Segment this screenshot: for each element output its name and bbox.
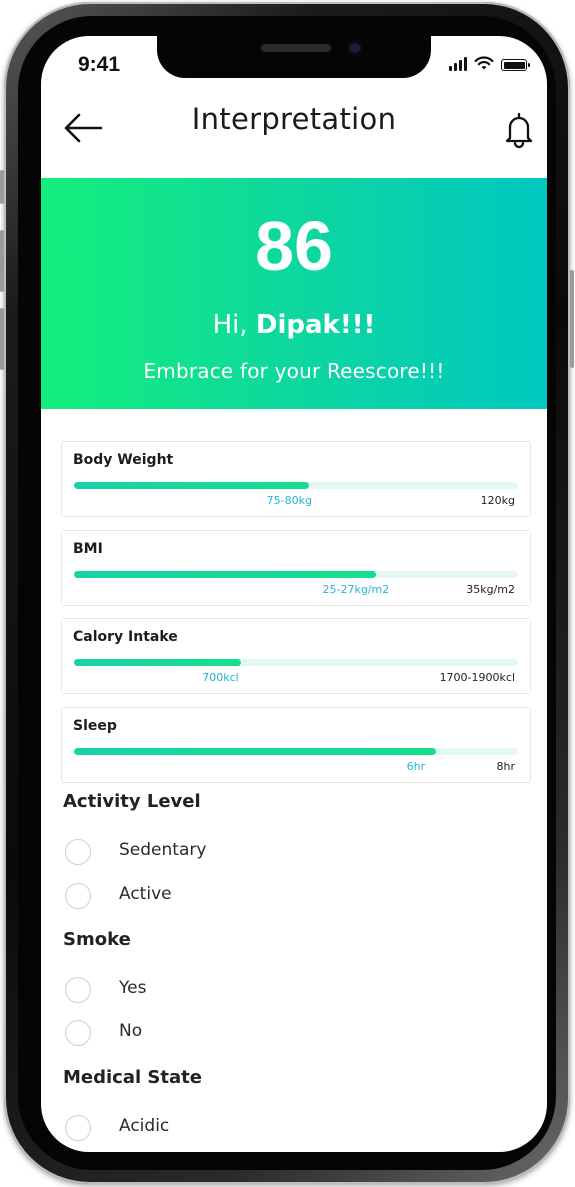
metric-title: Sleep [73,718,117,734]
camera [347,40,363,56]
current-value-label: 75-80kg [266,494,312,507]
radio-option-yes[interactable]: Yes [65,975,365,1005]
status-icons [449,56,530,71]
wifi-icon [474,56,494,70]
radio-button[interactable] [65,883,91,909]
notification-button[interactable] [499,110,539,150]
option-label: Sedentary [119,840,207,860]
radio-option-active[interactable]: Active [65,881,365,911]
current-value-label: 700kcl [202,671,239,684]
max-value-label: 8hr [496,760,516,773]
phone-side-button [0,308,4,370]
metric-card: Sleep 6hr 8hr [61,707,531,783]
metric-card: Calory Intake 700kcl 1700-1900kcl [61,618,531,694]
progress-fill [74,482,310,489]
progress-fill [74,748,436,755]
progress-track [74,571,518,578]
radio-button[interactable] [65,1020,91,1046]
radio-button[interactable] [65,839,91,865]
notch [157,36,431,78]
progress-track [74,482,518,489]
max-value-label: 1700-1900kcl [439,671,515,684]
signal-icon [449,57,467,71]
app-screen: 9:41 Interpretation 86 Hi, Dipak!!! Embr… [41,36,547,1152]
medical-state-heading: Medical State [63,1067,202,1088]
option-label: Acidic [119,1116,170,1136]
radio-button[interactable] [65,1115,91,1141]
max-value-label: 35kg/m2 [466,583,515,596]
battery-icon [501,59,530,71]
speaker [261,44,331,52]
score-banner: 86 Hi, Dipak!!! Embrace for your Reescor… [41,178,547,409]
status-time: 9:41 [78,53,121,76]
page-title: Interpretation [191,102,397,136]
current-value-label: 6hr [406,760,426,773]
option-label: No [119,1021,143,1041]
radio-option-sedentary[interactable]: Sedentary [65,837,365,867]
radio-option-no[interactable]: No [65,1018,365,1048]
current-value-label: 25-27kg/m2 [322,583,390,596]
activity-level-heading: Activity Level [63,791,201,812]
metric-title: Calory Intake [73,629,178,645]
option-label: Yes [119,978,147,998]
phone-side-button [570,270,574,368]
option-label: Active [119,884,172,904]
progress-fill [74,571,376,578]
metric-card: BMI 25-27kg/m2 35kg/m2 [61,530,531,606]
user-name: Dipak!!! [255,310,376,340]
score-value: 86 [255,207,333,285]
progress-fill [74,659,241,666]
progress-track [74,659,518,666]
progress-track [74,748,518,755]
greeting-prefix: Hi, [212,310,256,340]
max-value-label: 120kg [480,494,515,507]
banner-message: Embrace for your Reescore!!! [143,359,445,383]
bell-icon [505,112,533,149]
radio-button[interactable] [65,977,91,1003]
metric-title: BMI [73,541,103,557]
greeting: Hi, Dipak!!! [41,310,547,340]
phone-side-button [0,230,4,292]
phone-side-button [0,170,4,204]
radio-option-acidic[interactable]: Acidic [65,1113,365,1143]
metric-card: Body Weight 75-80kg 120kg [61,441,531,517]
smoke-heading: Smoke [63,929,131,950]
metric-title: Body Weight [73,452,174,468]
